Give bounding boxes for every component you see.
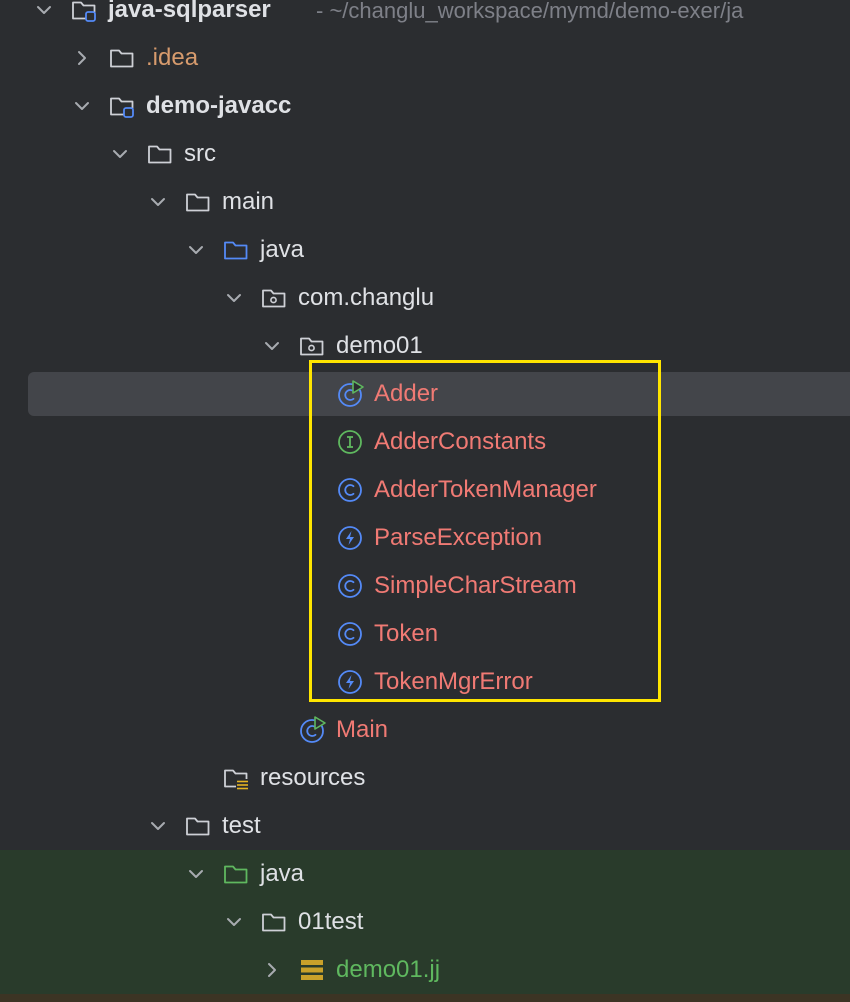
tree-row-demo01[interactable]: demo01 [0,322,850,370]
class-label: AdderTokenManager [374,476,597,503]
test-folder-label: test [222,812,261,839]
tree-row-class[interactable]: SimpleCharStream [0,562,850,610]
tree-row-class[interactable]: ParseException [0,514,850,562]
module-folder-icon [108,92,136,120]
tree-row-module[interactable]: demo-javacc [0,82,850,130]
tree-row-idea[interactable]: .idea [0,34,850,82]
tree-row-test[interactable]: test [0,802,850,850]
test-java-folder-label: java [260,860,305,887]
tree-row-test-java[interactable]: java [0,850,850,898]
tree-row-package[interactable]: com.changlu [0,274,850,322]
root-project-label: java-sqlparser [108,0,271,23]
tree-row-root[interactable]: java-sqlparser - ~/changlu_workspace/mym… [0,0,850,34]
interface-icon [336,428,364,456]
module-label: demo-javacc [146,92,292,119]
class-icon [336,572,364,600]
class-label: SimpleCharStream [374,572,577,599]
main-java-folder-label: java [260,236,305,263]
demo01-package-label: demo01 [336,332,423,359]
package-icon [298,332,326,360]
main-folder-label: main [222,188,275,215]
tree-row-test-package[interactable]: 01test [0,898,850,946]
chevron-right-icon[interactable] [70,44,94,72]
folder-icon [146,140,174,168]
tree-row-main-class[interactable]: Main [0,706,850,754]
resources-folder-label: resources [260,764,366,791]
class-label: Adder [374,380,439,407]
chevron-right-icon[interactable] [260,956,284,984]
class-label: TokenMgrError [374,668,533,695]
tree-row-jj-file[interactable]: demo01.jj [0,946,850,994]
tree-row-class[interactable]: AdderConstants [0,418,850,466]
package-label: com.changlu [298,284,435,311]
tree-row-src[interactable]: src [0,130,850,178]
test-root-folder-icon [222,860,250,888]
folder-icon [260,908,288,936]
folder-icon [184,188,212,216]
chevron-down-icon[interactable] [222,908,246,936]
src-folder-label: src [184,140,216,167]
tree-row-class[interactable]: Token [0,610,850,658]
runnable-class-icon [298,716,326,744]
class-label: AdderConstants [374,428,547,455]
class-icon [336,476,364,504]
chevron-down-icon[interactable] [70,92,94,120]
chevron-down-icon[interactable] [108,140,132,168]
class-label: Token [374,620,439,647]
test-package-label: 01test [298,908,364,935]
chevron-down-icon[interactable] [222,284,246,312]
chevron-down-icon[interactable] [146,188,170,216]
tree-row-class[interactable]: TokenMgrError [0,658,850,706]
class-icon [336,620,364,648]
resources-folder-icon [222,764,250,792]
source-root-folder-icon [222,236,250,264]
tree-row-main-java[interactable]: java [0,226,850,274]
runnable-class-icon [336,380,364,408]
javacc-file-icon [298,956,326,984]
next-row-strip [0,994,850,1002]
folder-icon [108,44,136,72]
tree-row-resources[interactable]: resources [0,754,850,802]
chevron-down-icon[interactable] [184,236,208,264]
jj-file-label: demo01.jj [336,956,441,983]
chevron-down-icon[interactable] [146,812,170,840]
package-icon [260,284,288,312]
idea-folder-label: .idea [146,44,199,71]
tree-row-class[interactable]: Adder [0,370,850,418]
exception-icon [336,668,364,696]
chevron-down-icon[interactable] [260,332,284,360]
class-label: ParseException [374,524,543,551]
folder-icon [184,812,212,840]
exception-icon [336,524,364,552]
chevron-down-icon[interactable] [32,0,56,24]
chevron-down-icon[interactable] [184,860,208,888]
main-class-label: Main [336,716,389,743]
module-folder-icon [70,0,98,24]
root-project-path: - ~/changlu_workspace/mymd/demo-exer/ja [316,0,744,23]
tree-row-main[interactable]: main [0,178,850,226]
tree-row-class[interactable]: AdderTokenManager [0,466,850,514]
